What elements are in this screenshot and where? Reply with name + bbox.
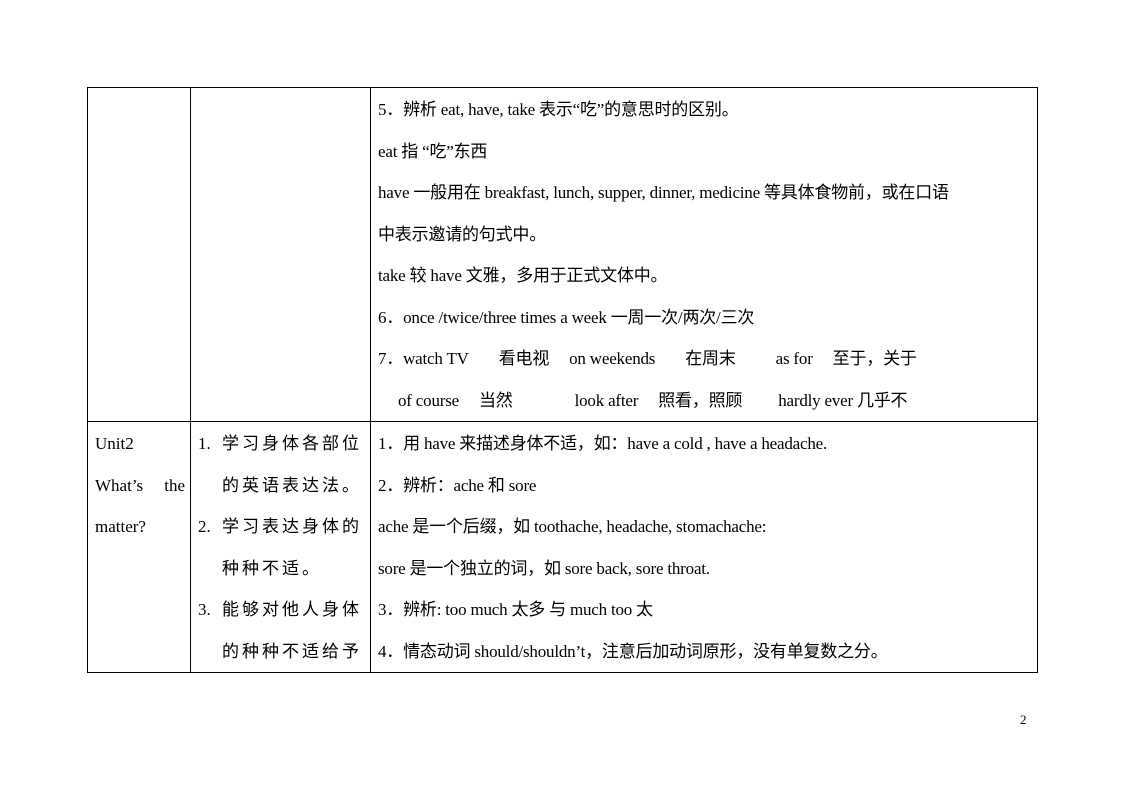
content-line: 3．辨析: too much 太多 与 much too 太 — [378, 600, 653, 619]
content-line: take 较 have 文雅，多用于正式文体中。 — [378, 266, 668, 285]
phrase-zh: 照看，照顾 — [658, 390, 743, 410]
objective-item: 1. 学习身体各部位 的英语表达法。 — [198, 423, 370, 506]
objective-number: 3. — [198, 600, 211, 619]
phrase-en: on weekends — [569, 349, 656, 368]
unit-title-word: the — [164, 475, 185, 495]
phrase-en: as for — [775, 349, 813, 368]
content-line: eat 指 “吃”东西 — [378, 141, 488, 161]
content-cell: 1．用 have 来描述身体不适，如：have a cold , have a … — [370, 421, 1038, 673]
table-row: 5．辨析 eat, have, take 表示“吃”的意思时的区别。 eat 指… — [87, 87, 1038, 422]
objective-text: 种种不适。 — [222, 558, 322, 578]
phrase-zh: 至于，关于 — [832, 349, 917, 368]
unit-title-line: matter? — [95, 517, 146, 536]
content-line: sore 是一个独立的词，如 sore back, sore throat. — [378, 558, 710, 578]
content-line: 1．用 have 来描述身体不适，如：have a cold , have a … — [378, 434, 828, 453]
objective-item: 2. 学习表达身体的 种种不适。 — [198, 506, 370, 589]
phrase-zh: 当然 — [478, 390, 513, 410]
objectives-cell — [190, 87, 371, 422]
content-line: 6．once /twice/three times a week 一周一次/两次… — [378, 307, 755, 327]
table-row: Unit2 What’s the matter? 1. 学习身体各部位 的英语表达… — [87, 421, 1038, 673]
lesson-plan-table: 5．辨析 eat, have, take 表示“吃”的意思时的区别。 eat 指… — [87, 87, 1038, 673]
objective-text: 的种种不适给予 — [222, 641, 362, 661]
phrase-zh: 几乎不 — [856, 390, 908, 410]
objective-number: 2. — [198, 517, 211, 536]
phrase-en: watch TV — [403, 349, 469, 368]
objective-item: 3. 能够对他人身体 的种种不适给予 — [198, 589, 370, 672]
objective-text: 的英语表达法。 — [222, 475, 362, 495]
phrase-en: of course — [398, 390, 459, 410]
content-line: have 一般用在 breakfast, lunch, supper, dinn… — [378, 183, 949, 202]
unit-number: Unit2 — [95, 434, 134, 453]
content-line: ache 是一个后缀，如 toothache, headache, stomac… — [378, 517, 767, 536]
content-line: 中表示邀请的句式中。 — [378, 224, 546, 244]
content-line: 4．情态动词 should/shouldn’t，注意后加动词原形，没有单复数之分… — [378, 641, 888, 661]
objective-text: 学习表达身体的 — [222, 517, 362, 536]
phrase-zh: 在周末 — [685, 349, 736, 368]
unit-title-word: What’s — [95, 475, 144, 495]
phrase-line-8: of course 当然 look after 照看，照顾 hardly ever 几乎不 — [378, 380, 1037, 422]
unit-title-line: What’s the — [95, 465, 185, 507]
document-page: 5．辨析 eat, have, take 表示“吃”的意思时的区别。 eat 指… — [0, 0, 1123, 794]
objective-number: 1. — [198, 434, 211, 453]
phrase-en: hardly ever — [778, 390, 853, 410]
unit-cell — [87, 87, 191, 422]
objective-text: 能够对他人身体 — [222, 600, 362, 619]
page-number: 2 — [1020, 712, 1027, 727]
objectives-cell: 1. 学习身体各部位 的英语表达法。 2. 学习表达身体的 种种不适。 3. 能够对他… — [190, 421, 371, 673]
content-cell: 5．辨析 eat, have, take 表示“吃”的意思时的区别。 eat 指… — [370, 87, 1038, 422]
phrase-en: look after — [574, 390, 639, 410]
unit-cell: Unit2 What’s the matter? — [87, 421, 191, 673]
phrase-prefix: 7． — [378, 349, 404, 368]
objective-text: 学习身体各部位 — [222, 434, 362, 453]
phrase-zh: 看电视 — [498, 349, 550, 368]
content-line: 2．辨析：ache 和 sore — [378, 475, 537, 495]
phrase-line-7: 7．watch TV 看电视 on weekends 在周末 as for 至于，关于 — [378, 338, 1037, 380]
content-line: 5．辨析 eat, have, take 表示“吃”的意思时的区别。 — [378, 100, 739, 119]
